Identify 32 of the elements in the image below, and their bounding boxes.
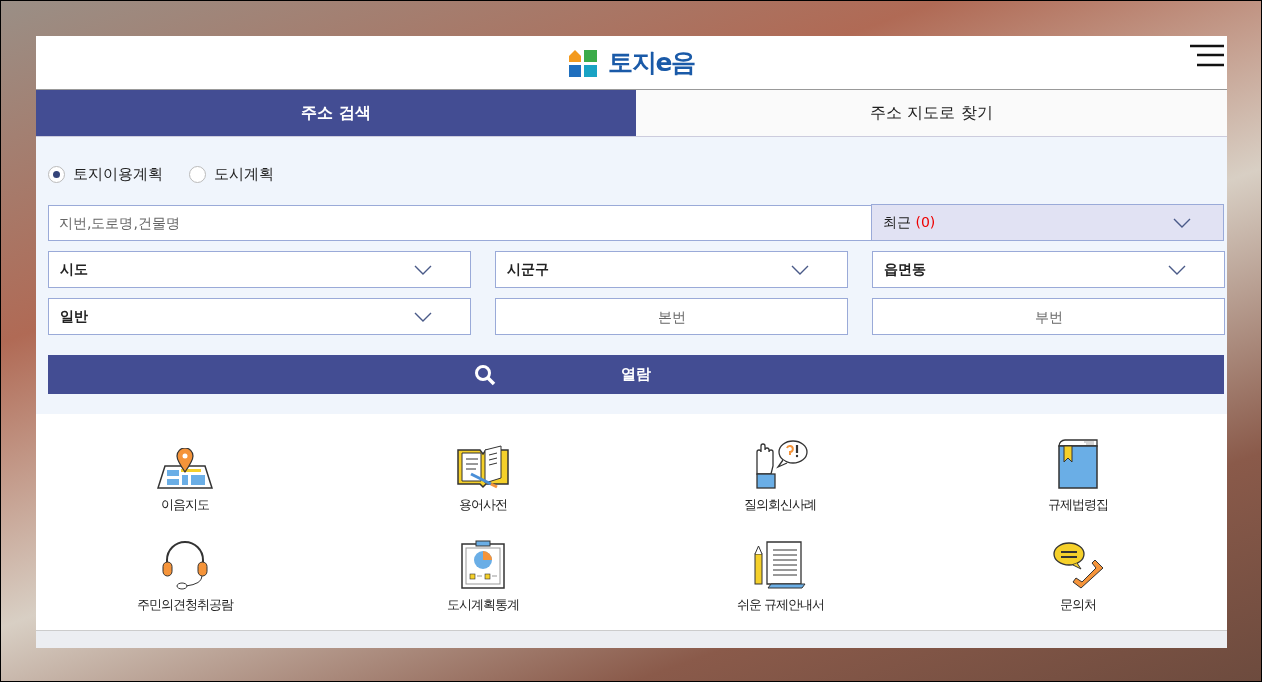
- menu-icon[interactable]: [1189, 44, 1225, 68]
- shortcut-link[interactable]: 용어사전: [458, 496, 507, 514]
- shortcut-link[interactable]: 쉬운 규제안내서: [736, 596, 824, 614]
- shortcut-link[interactable]: 이음지도: [160, 496, 209, 514]
- shortcut-link[interactable]: 주민의견청취공람: [136, 596, 233, 614]
- select-dropdown[interactable]: 시군구: [495, 251, 848, 288]
- recent-dropdown[interactable]: 최근 (0): [871, 204, 1224, 241]
- logo-text: 토지e음: [607, 47, 696, 79]
- select-dropdown[interactable]: 일반: [48, 298, 471, 335]
- tab[interactable]: 주소 지도로 찾기: [636, 90, 1227, 136]
- select-dropdown[interactable]: 시도: [48, 251, 471, 288]
- radio-button[interactable]: [189, 165, 206, 183]
- chevron-down-icon: [791, 264, 809, 275]
- logo-icon: [567, 48, 598, 77]
- input-field[interactable]: 부번: [872, 298, 1225, 335]
- input-field[interactable]: 본번: [495, 298, 848, 335]
- chevron-down-icon: [1168, 264, 1186, 275]
- radio-label: 토지이용계획: [73, 164, 163, 184]
- shortcut-link[interactable]: 문의처: [1060, 596, 1097, 614]
- tab[interactable]: 주소 검색: [36, 90, 636, 136]
- chevron-down-icon: [414, 311, 432, 322]
- shortcut-link[interactable]: 질의회신사례: [744, 496, 817, 514]
- chevron-down-icon: [1173, 217, 1191, 228]
- shortcut-link[interactable]: 규제법령집: [1048, 496, 1109, 514]
- search-field[interactable]: 지번,도로명,건물명: [48, 205, 871, 241]
- radio-button[interactable]: [48, 165, 65, 183]
- search-icon: [474, 364, 496, 386]
- shortcut-link[interactable]: 도시계획통계: [446, 596, 519, 614]
- radio-label: 도시계획: [214, 164, 274, 184]
- view-button[interactable]: 열람: [48, 355, 1224, 394]
- chevron-down-icon: [414, 264, 432, 275]
- select-dropdown[interactable]: 읍면동: [872, 251, 1225, 288]
